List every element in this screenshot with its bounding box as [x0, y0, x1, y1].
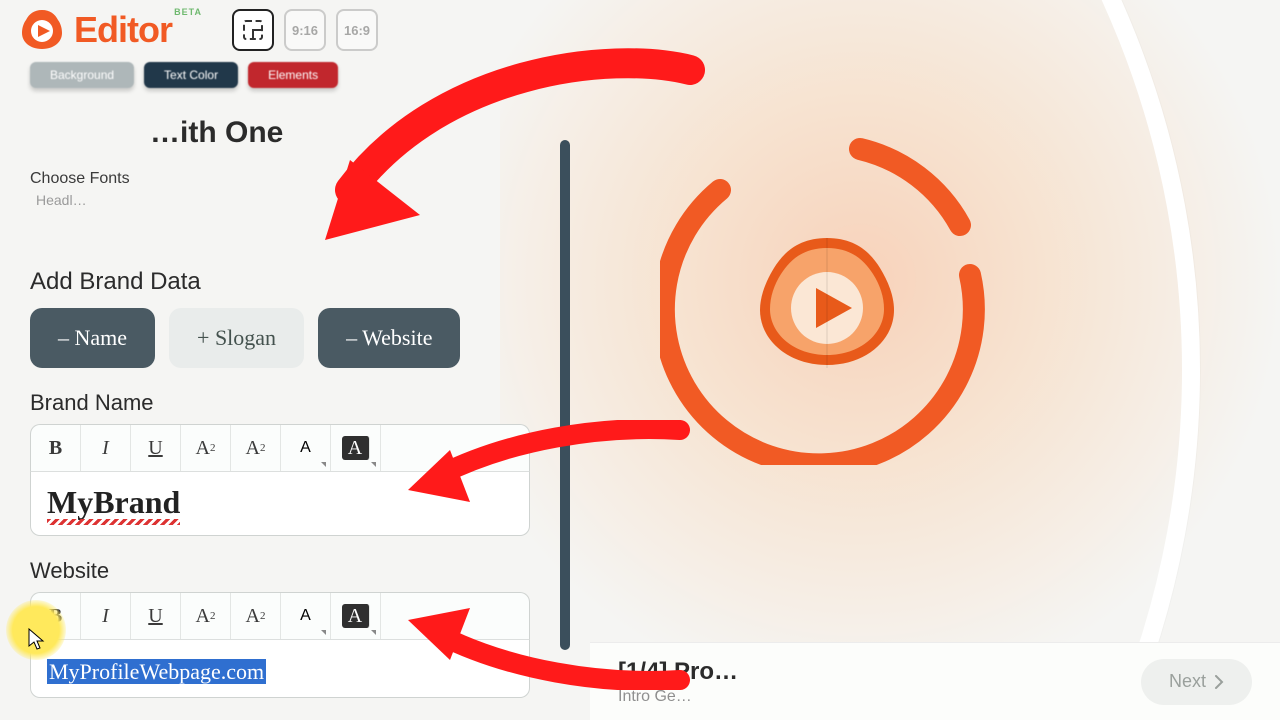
- progress-arc: [660, 135, 990, 465]
- selected-text: MyProfileWebpage.com: [47, 659, 266, 684]
- bold-button[interactable]: B: [31, 593, 81, 639]
- highlight-button[interactable]: A: [331, 425, 381, 471]
- choose-fonts-label: Choose Fonts: [30, 170, 566, 188]
- chevron-right-icon: [1214, 675, 1224, 689]
- superscript-button[interactable]: A2: [181, 425, 231, 471]
- font-color-button[interactable]: A: [281, 593, 331, 639]
- underline-button[interactable]: U: [131, 593, 181, 639]
- app-logo-large: [752, 230, 902, 380]
- brand-name-input[interactable]: MyBrand: [30, 472, 530, 536]
- bold-button[interactable]: B: [31, 425, 81, 471]
- brand-name-toolbar: B I U A2 A2 A A: [30, 424, 530, 472]
- brand-name-label: Brand Name: [30, 390, 566, 416]
- next-button[interactable]: Next: [1141, 659, 1252, 705]
- highlight-button[interactable]: A: [331, 593, 381, 639]
- toggle-name-button[interactable]: – Name: [30, 308, 155, 368]
- spellcheck-underline-icon: [47, 519, 180, 525]
- subscript-button[interactable]: A2: [231, 593, 281, 639]
- preview-glow: [500, 0, 1280, 720]
- superscript-button[interactable]: A2: [181, 593, 231, 639]
- brand-toggle-row: – Name + Slogan – Website: [30, 308, 566, 368]
- sidebar-panel: …ith One Choose Fonts Headl… Add Brand D…: [0, 0, 580, 720]
- website-toolbar: B I U A2 A2 A A: [30, 592, 530, 640]
- subscript-button[interactable]: A2: [231, 425, 281, 471]
- italic-button[interactable]: I: [81, 425, 131, 471]
- font-color-button[interactable]: A: [281, 425, 331, 471]
- headline-hint: Headl…: [36, 192, 566, 208]
- toggle-website-button[interactable]: – Website: [318, 308, 460, 368]
- progress-title: [1/4] Pro…: [618, 658, 738, 686]
- progress-subtitle: Intro Ge…: [618, 688, 738, 706]
- website-input[interactable]: MyProfileWebpage.com: [30, 640, 530, 698]
- progress-bar: [1/4] Pro… Intro Ge… Next: [590, 642, 1280, 720]
- add-brand-data-title: Add Brand Data: [30, 268, 566, 296]
- template-title: …ith One: [150, 116, 566, 150]
- toggle-slogan-button[interactable]: + Slogan: [169, 308, 304, 368]
- underline-button[interactable]: U: [131, 425, 181, 471]
- website-label: Website: [30, 558, 566, 584]
- italic-button[interactable]: I: [81, 593, 131, 639]
